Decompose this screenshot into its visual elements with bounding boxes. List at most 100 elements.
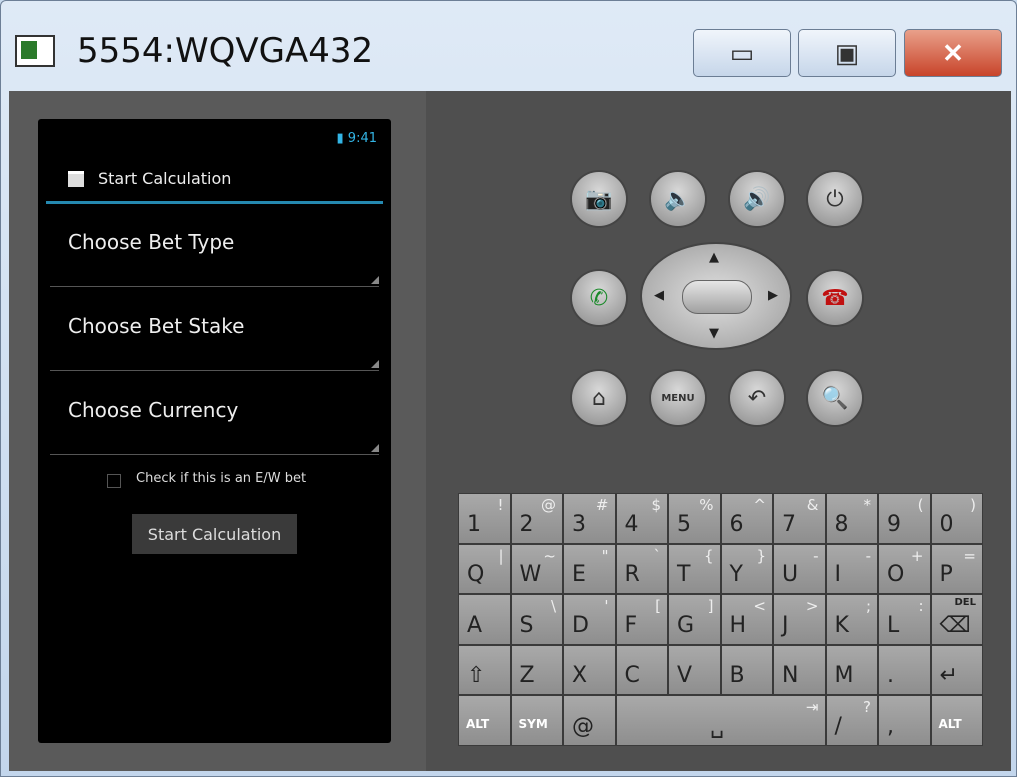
key-e[interactable]: E ": [564, 544, 615, 594]
key-q[interactable]: Q |: [459, 544, 510, 594]
key-2[interactable]: 2 @: [511, 494, 562, 543]
volume-down-button[interactable]: 🔈: [651, 172, 705, 226]
key-z[interactable]: Z: [511, 645, 562, 695]
close-button[interactable]: ✕: [904, 29, 1002, 77]
key-alt-label: @: [541, 496, 556, 514]
key-↵[interactable]: ↵: [931, 645, 982, 695]
spinner-label: Choose Currency: [68, 398, 239, 422]
menu-button[interactable]: MENU: [651, 371, 705, 425]
spinner-label: Choose Bet Stake: [68, 314, 245, 338]
ew-bet-checkbox[interactable]: [107, 474, 121, 488]
dpad-right[interactable]: ▶: [768, 288, 778, 303]
dpad-center[interactable]: [682, 280, 752, 314]
window-title: 5554:WQVGA432: [77, 31, 374, 71]
currency-spinner[interactable]: Choose Currency: [50, 370, 379, 455]
key-label: H: [729, 612, 747, 638]
key-@[interactable]: @: [564, 696, 615, 745]
key-8[interactable]: 8 *: [826, 494, 877, 543]
key-alt-label: %: [699, 496, 714, 514]
key-alt-label: \: [550, 597, 556, 616]
key-space[interactable]: ␣ ⇥: [616, 696, 825, 745]
key-⌫[interactable]: ⌫ DEL: [931, 595, 982, 644]
key-label: U: [782, 562, 799, 588]
dpad-down[interactable]: ▼: [709, 326, 719, 341]
key-n[interactable]: N: [774, 645, 825, 695]
key-4[interactable]: 4 $: [616, 494, 667, 543]
key-alt-label: ?: [863, 698, 871, 717]
key-y[interactable]: Y}: [721, 544, 772, 594]
dpad-up[interactable]: ▲: [709, 250, 719, 265]
key-alt-label: $: [651, 496, 661, 514]
key-/[interactable]: /?: [826, 696, 877, 745]
key-i[interactable]: I-: [826, 544, 877, 594]
key-f[interactable]: F[: [616, 595, 667, 644]
key-g[interactable]: G]: [669, 595, 720, 644]
key-d[interactable]: D ': [564, 595, 615, 644]
bet-stake-spinner[interactable]: Choose Bet Stake: [50, 286, 379, 371]
key-c[interactable]: C: [616, 645, 667, 695]
key-label: 0: [939, 511, 954, 537]
key-label: ␣: [710, 713, 725, 739]
key-v[interactable]: V: [669, 645, 720, 695]
key-,[interactable]: ,: [879, 696, 930, 745]
key-alt-label: `: [653, 546, 662, 565]
minimize-button[interactable]: ▭: [693, 29, 791, 77]
key-u[interactable]: U-: [774, 544, 825, 594]
key-j[interactable]: J >: [774, 595, 825, 644]
key-.[interactable]: .: [879, 645, 930, 695]
power-button[interactable]: ⏻: [808, 172, 862, 226]
key-h[interactable]: H <: [721, 595, 772, 644]
key-alt-label: +: [910, 546, 924, 565]
key-label: S: [519, 612, 534, 638]
key-alt[interactable]: ALT: [931, 696, 982, 745]
key-s[interactable]: S \: [511, 595, 562, 644]
key-⇧[interactable]: ⇧: [459, 645, 510, 695]
end-call-button[interactable]: ☎: [808, 271, 862, 325]
key-o[interactable]: O +: [879, 544, 930, 594]
key-x[interactable]: X: [564, 645, 615, 695]
key-label: ↵: [939, 663, 958, 689]
key-r[interactable]: R `: [616, 544, 667, 594]
key-alt[interactable]: ALT: [459, 696, 510, 745]
key-alt-label: ^: [753, 496, 766, 514]
volume-up-button[interactable]: 🔊: [730, 172, 784, 226]
key-7[interactable]: 7 &: [774, 494, 825, 543]
key-label: R: [624, 562, 640, 588]
key-alt-label: ;: [865, 597, 871, 616]
key-9[interactable]: 9(: [879, 494, 930, 543]
key-label: 7: [782, 511, 796, 537]
key-a[interactable]: A: [459, 595, 510, 644]
key-alt-label: ": [601, 546, 609, 565]
key-6[interactable]: 6 ^: [721, 494, 772, 543]
back-button[interactable]: ↶: [730, 371, 784, 425]
key-m[interactable]: M: [826, 645, 877, 695]
dpad-left[interactable]: ◀: [654, 288, 664, 303]
home-button[interactable]: ⌂: [572, 371, 626, 425]
key-k[interactable]: K;: [826, 595, 877, 644]
maximize-button[interactable]: ▣: [798, 29, 896, 77]
key-0[interactable]: 0): [931, 494, 982, 543]
search-button[interactable]: 🔍: [808, 371, 862, 425]
key-label: O: [887, 562, 905, 588]
key-label: B: [729, 663, 745, 689]
call-button[interactable]: ✆: [572, 271, 626, 325]
camera-button[interactable]: 📷: [572, 172, 626, 226]
key-alt-label: -: [865, 546, 871, 565]
key-t[interactable]: T{: [669, 544, 720, 594]
key-b[interactable]: B: [721, 645, 772, 695]
dpad[interactable]: ▲ ▼ ◀ ▶: [642, 244, 790, 348]
key-5[interactable]: 5%: [669, 494, 720, 543]
key-1[interactable]: 1!: [459, 494, 510, 543]
key-w[interactable]: W ~: [511, 544, 562, 594]
key-3[interactable]: 3 #: [564, 494, 615, 543]
status-bar: ▮ 9:41: [336, 131, 378, 146]
key-sym[interactable]: SYM: [511, 696, 562, 745]
key-p[interactable]: P =: [931, 544, 982, 594]
key-l[interactable]: L:: [879, 595, 930, 644]
bet-type-spinner[interactable]: Choose Bet Type: [50, 202, 379, 287]
key-label: P: [939, 562, 953, 588]
key-label: T: [677, 562, 691, 588]
start-calculation-button[interactable]: Start Calculation: [132, 514, 297, 554]
key-label: 5: [677, 511, 691, 537]
ew-bet-label: Check if this is an E/W bet: [136, 471, 307, 486]
